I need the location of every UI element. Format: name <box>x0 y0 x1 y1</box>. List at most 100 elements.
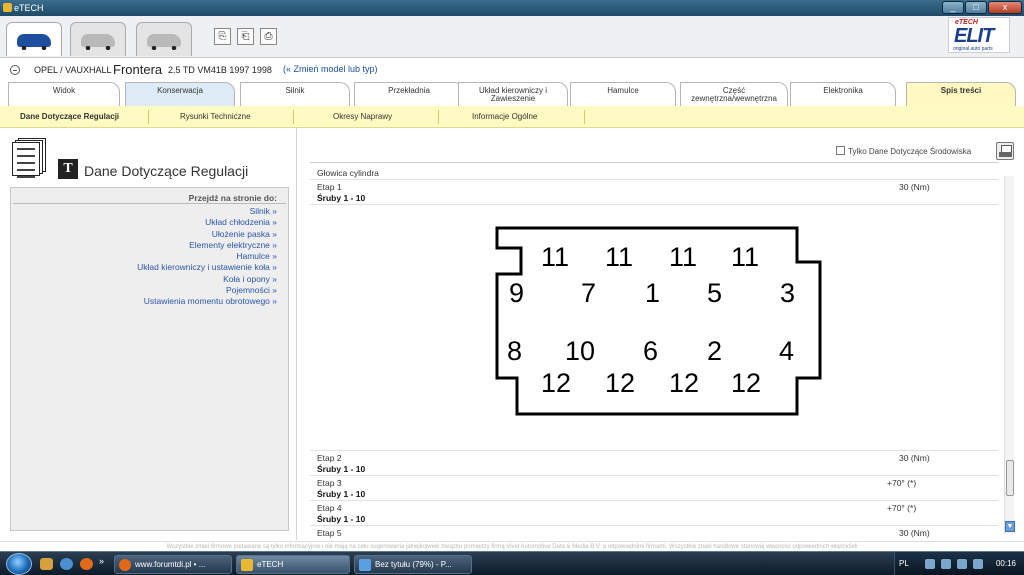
show-desktop-icon[interactable] <box>40 558 53 570</box>
ie-icon[interactable] <box>60 558 73 570</box>
vehicle-tab-car[interactable] <box>6 22 62 56</box>
row-divider <box>310 525 998 526</box>
bolt-number: 11 <box>541 242 570 272</box>
collapse-icon[interactable] <box>10 65 20 75</box>
row-divider <box>310 450 998 451</box>
tab-konserwacja[interactable]: Konserwacja <box>125 82 235 106</box>
close-button[interactable]: x <box>988 1 1022 14</box>
subtab-divider <box>584 110 585 124</box>
bolt-number: 7 <box>581 278 597 308</box>
taskbar-window-paint[interactable]: Bez tytułu (79%) - P... <box>354 555 472 574</box>
step-bolts: Śruby 1 - 10 <box>317 489 366 499</box>
scrollbar-thumb[interactable] <box>1006 460 1014 496</box>
tool-columns-icon[interactable]: ⎘ <box>214 28 231 45</box>
maximize-button[interactable]: □ <box>965 1 987 14</box>
step-label: Etap 2 <box>317 453 342 463</box>
tab-silnik[interactable]: Silnik <box>240 82 350 106</box>
bolt-number: 11 <box>605 242 634 272</box>
step-label: Etap 3 <box>317 478 342 488</box>
vehicle-tab-truck[interactable] <box>136 22 192 56</box>
row-divider <box>310 475 998 476</box>
minimize-button[interactable]: _ <box>942 1 964 14</box>
subtab-rysunki[interactable]: Rysunki Techniczne <box>180 112 251 121</box>
jump-link-hamulce[interactable]: Hamulce » <box>137 251 277 262</box>
quicklaunch-more[interactable]: » <box>99 556 104 566</box>
step-value: +70° (*) <box>887 503 917 513</box>
bolt-number: 9 <box>509 278 525 308</box>
subtab-divider <box>293 110 294 124</box>
subtab-okresy-naprawy[interactable]: Okresy Naprawy <box>333 112 392 121</box>
jump-link-list: Silnik » Układ chłodzenia » Ułożenie pas… <box>137 206 277 308</box>
divider <box>310 162 998 163</box>
change-model-link[interactable]: (« Zmień model lub typ) <box>283 64 378 74</box>
scroll-down-icon[interactable]: ▼ <box>1005 521 1015 532</box>
step-value: 30 (Nm) <box>899 182 930 192</box>
left-panel: T Dane Dotyczące Regulacji Przejdź na st… <box>0 128 296 540</box>
taskbar-window-firefox[interactable]: www.forumtdi.pl • ... <box>114 555 232 574</box>
language-indicator[interactable]: PL <box>899 559 909 568</box>
car-icon <box>17 34 51 50</box>
panel-divider <box>296 128 297 540</box>
print-icon[interactable] <box>996 142 1014 160</box>
bolt-number: 1 <box>645 278 661 308</box>
step-bolts: Śruby 1 - 10 <box>317 464 366 474</box>
bolt-number: 8 <box>507 336 523 366</box>
divider <box>13 203 286 204</box>
subtab-dane-regulacji[interactable]: Dane Dotyczące Regulacji <box>20 112 119 121</box>
subtab-informacje-ogolne[interactable]: Informacje Ogólne <box>472 112 537 121</box>
window-controls: _ □ x <box>942 1 1022 14</box>
tray-icon[interactable] <box>973 559 983 569</box>
start-button[interactable] <box>6 553 32 575</box>
jump-link-moment-obrotowy[interactable]: Ustawienia momentu obrotowego » <box>137 296 277 307</box>
vehicle-tab-van[interactable] <box>70 22 126 56</box>
network-icon[interactable] <box>941 559 951 569</box>
window-title: eTECH <box>14 3 44 13</box>
tab-hamulce[interactable]: Hamulce <box>570 82 676 106</box>
tab-czesc-zewnetrzna[interactable]: Część zewnętrzna/wewnętrzna <box>680 82 788 106</box>
bolt-number: 12 <box>669 368 700 398</box>
taskbar: » www.forumtdi.pl • ... eTECH Bez tytułu… <box>0 551 1024 575</box>
tray-icon[interactable] <box>925 559 935 569</box>
firefox-icon <box>119 559 131 571</box>
bolt-number: 3 <box>780 278 796 308</box>
vehicle-model: Frontera <box>113 62 163 77</box>
tab-spis-tresci[interactable]: Spis treści <box>906 82 1016 106</box>
step-label: Etap 1 <box>317 182 342 192</box>
tab-przekladnia[interactable]: Przekładnia <box>354 82 464 106</box>
step-value: 30 (Nm) <box>899 453 930 463</box>
jump-link-uklad-kierowniczy[interactable]: Układ kierowniczy i ustawienie koła » <box>137 262 277 273</box>
vehicle-spec: 2.5 TD VM41B 1997 1998 <box>168 65 272 75</box>
tool-print-icon[interactable]: ⎙ <box>260 28 277 45</box>
jump-link-kola-opony[interactable]: Koła i opony » <box>137 274 277 285</box>
bolt-number: 12 <box>605 368 636 398</box>
tab-uklad-kierowniczy[interactable]: Układ kierowniczy i Zawieszenie <box>458 82 568 106</box>
environment-data-label: Tylko Dane Dotyczące Środowiska <box>848 147 972 156</box>
disclaimer-text: Wszystkie znaki firmowe podawane są tylk… <box>0 541 1024 551</box>
step-label: Etap 5 <box>317 528 342 538</box>
step-bolts: Śruby 1 - 10 <box>317 193 366 203</box>
environment-data-checkbox[interactable] <box>836 146 845 155</box>
firefox-icon[interactable] <box>80 558 93 570</box>
app-icon <box>3 3 12 12</box>
tool-copy-icon[interactable]: ⎗ <box>237 28 254 45</box>
clock[interactable]: 00:16 <box>996 559 1016 568</box>
jump-link-uklad-chlodzenia[interactable]: Układ chłodzenia » <box>137 217 277 228</box>
jump-to-title: Przejdź na stronie do: <box>188 193 277 203</box>
bolt-number: 10 <box>565 336 596 366</box>
tab-widok[interactable]: Widok <box>8 82 120 106</box>
page-title: Dane Dotyczące Regulacji <box>84 163 249 179</box>
subtab-divider <box>148 110 149 124</box>
vehicle-selection: OPEL / VAUXHALL Frontera 2.5 TD VM41B 19… <box>0 58 1024 80</box>
step-value: 30 (Nm) <box>899 528 930 538</box>
jump-link-elementy-elektryczne[interactable]: Elementy elektryczne » <box>137 240 277 251</box>
subtab-divider <box>438 110 439 124</box>
system-tray: PL 00:16 <box>894 552 1024 575</box>
jump-link-silnik[interactable]: Silnik » <box>137 206 277 217</box>
volume-icon[interactable] <box>957 559 967 569</box>
step-label: Etap 4 <box>317 503 342 513</box>
taskbar-window-etech[interactable]: eTECH <box>236 555 350 574</box>
jump-link-pojemnosci[interactable]: Pojemności » <box>137 285 277 296</box>
jump-link-ulozenie-paska[interactable]: Ułożenie paska » <box>137 229 277 240</box>
tab-elektronika[interactable]: Elektronika <box>790 82 896 106</box>
vertical-scrollbar[interactable]: ▼ <box>1004 176 1015 534</box>
